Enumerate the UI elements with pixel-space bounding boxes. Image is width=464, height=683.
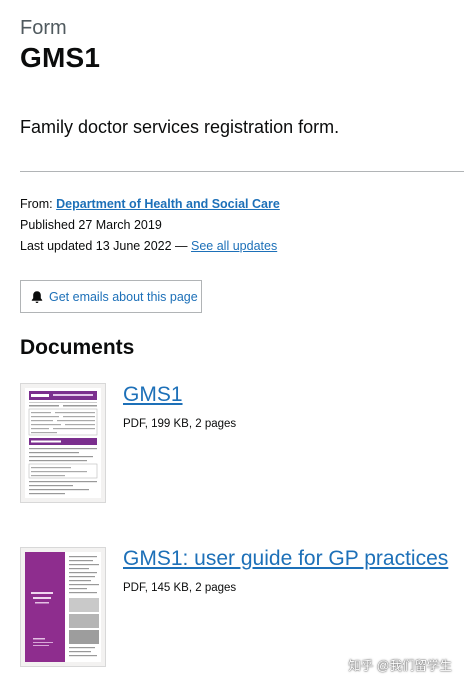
page-title: GMS1 xyxy=(20,42,101,73)
see-all-updates-link[interactable]: See all updates xyxy=(191,239,277,253)
published-date: 27 March 2019 xyxy=(78,218,162,232)
document-link-user-guide[interactable]: GMS1: user guide for GP practices xyxy=(123,547,448,571)
updated-separator: — xyxy=(175,239,188,253)
published-label: Published xyxy=(20,218,75,232)
updated-date: 13 June 2022 xyxy=(95,239,172,253)
meta-published: Published 27 March 2019 xyxy=(20,218,162,232)
organisation-link[interactable]: Department of Health and Social Care xyxy=(56,197,280,211)
guide-preview-icon xyxy=(25,552,101,662)
section-divider xyxy=(20,171,464,172)
document-details: PDF, 199 KB, 2 pages xyxy=(123,418,237,430)
document-thumbnail-gms1[interactable] xyxy=(20,383,106,503)
form-preview-icon xyxy=(28,391,98,495)
documents-heading: Documents xyxy=(20,336,135,359)
watermark-text: 知乎 @我们留学生 xyxy=(348,659,452,673)
from-label: From: xyxy=(20,197,53,211)
get-emails-label: Get emails about this page xyxy=(49,289,198,304)
get-emails-button[interactable]: Get emails about this page xyxy=(20,280,202,313)
page-caption: Form xyxy=(20,17,67,39)
updated-label: Last updated xyxy=(20,239,93,253)
document-details: PDF, 145 KB, 2 pages xyxy=(123,582,237,594)
document-link-gms1[interactable]: GMS1 xyxy=(123,383,183,407)
meta-updated: Last updated 13 June 2022 — See all upda… xyxy=(20,239,277,253)
document-thumbnail-user-guide[interactable] xyxy=(20,547,106,667)
meta-from: From: Department of Health and Social Ca… xyxy=(20,197,280,211)
page-description: Family doctor services registration form… xyxy=(20,117,340,137)
bell-icon xyxy=(31,290,43,303)
